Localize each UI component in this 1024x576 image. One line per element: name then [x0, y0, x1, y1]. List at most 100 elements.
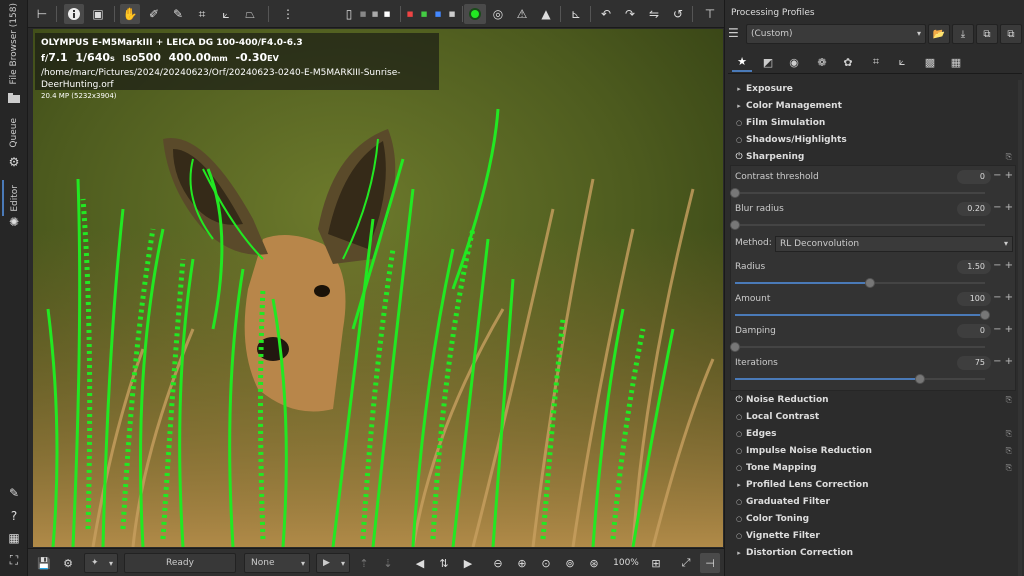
power-on-icon[interactable]: ⏻	[732, 395, 746, 405]
profile-list-icon[interactable]: ☰	[728, 26, 739, 40]
tool-color-toning[interactable]: ○ Color Toning	[728, 510, 1016, 527]
tab-queue[interactable]: Queue	[2, 114, 26, 152]
help-icon[interactable]: ?	[6, 508, 22, 524]
tool-exposure[interactable]: ▸ Exposure	[728, 80, 1016, 97]
softproof-icon[interactable]: ◎	[488, 4, 508, 24]
toggle-right-panel-icon[interactable]: ⊣	[700, 553, 720, 573]
softproof-icon[interactable]: ⇡	[354, 553, 374, 573]
prev-image-icon[interactable]: ◀	[410, 553, 430, 573]
power-icon[interactable]: ○	[732, 136, 746, 144]
param-value[interactable]: 75	[957, 356, 991, 370]
tool-graduated-filter[interactable]: ○ Graduated Filter	[728, 493, 1016, 510]
gamut-icon[interactable]: ⇣	[378, 553, 398, 573]
slider-iterations[interactable]	[735, 374, 985, 384]
copy-profile-icon[interactable]: ⧉	[976, 24, 998, 44]
power-icon[interactable]: ○	[732, 464, 746, 472]
clip-highlight-icon[interactable]: ▲	[536, 4, 556, 24]
zoom-in-icon[interactable]: ⊕	[512, 553, 532, 573]
tool-vignette-filter[interactable]: ○ Vignette Filter	[728, 527, 1016, 544]
reset-icon[interactable]: ⎘	[1006, 429, 1012, 439]
reset-icon[interactable]: ⎘	[1006, 152, 1012, 162]
favorites-tab-icon[interactable]: ★	[732, 52, 752, 72]
picker-icon[interactable]: ✎	[168, 4, 188, 24]
output-profile-select[interactable]: None ▾	[244, 553, 310, 573]
bg-black-icon[interactable]: ■	[358, 4, 368, 24]
tool-film-simulation[interactable]: ○ Film Simulation	[728, 114, 1016, 131]
tool-local-contrast[interactable]: ○ Local Contrast	[728, 408, 1016, 425]
flip-h-icon[interactable]: ⇋	[644, 4, 664, 24]
tool-panel-scrollbar[interactable]	[1018, 80, 1022, 576]
minus-plus-icon[interactable]: − +	[993, 324, 1013, 335]
param-value[interactable]: 100	[957, 292, 991, 306]
param-value[interactable]: 0	[957, 324, 991, 338]
slider-damping[interactable]	[730, 342, 985, 352]
rotate-right-icon[interactable]: ↷	[620, 4, 640, 24]
param-value[interactable]: 0.20	[957, 202, 991, 216]
save-icon[interactable]: 💾	[34, 553, 54, 573]
tab-file-browser[interactable]: File Browser (158)	[2, 3, 26, 84]
fullscreen-icon[interactable]: ⤢	[676, 553, 696, 573]
paste-profile-icon[interactable]: ⧉	[1000, 24, 1022, 44]
pin-icon[interactable]: ⊤	[700, 4, 720, 24]
tool-impulse-noise-reduction[interactable]: ○ Impulse Noise Reduction ⎘	[728, 442, 1016, 459]
luminance-icon[interactable]: ■	[446, 4, 458, 24]
power-icon[interactable]: ○	[732, 498, 746, 506]
load-profile-icon[interactable]: 📂	[928, 24, 950, 44]
red-channel-icon[interactable]: ■	[404, 4, 416, 24]
bg-gray-icon[interactable]: ■	[370, 4, 380, 24]
minus-plus-icon[interactable]: − +	[993, 260, 1013, 271]
tool-edges[interactable]: ○ Edges ⎘	[728, 425, 1016, 442]
save-profile-icon[interactable]: ⤓	[952, 24, 974, 44]
flip-v-icon[interactable]: ↺	[668, 4, 688, 24]
eyedropper-icon[interactable]: ✐	[144, 4, 164, 24]
tool-noise-reduction[interactable]: ⏻ Noise Reduction ⎘	[728, 391, 1016, 408]
minus-plus-icon[interactable]: − +	[993, 292, 1013, 303]
slider-amount[interactable]	[735, 310, 990, 320]
straighten-icon[interactable]: ⟀	[216, 4, 236, 24]
zoom-fit-icon[interactable]: ⊙	[536, 553, 556, 573]
exposure-tab-icon[interactable]: ◩	[758, 52, 778, 72]
green-channel-icon[interactable]: ■	[418, 4, 430, 24]
tool-tone-mapping[interactable]: ○ Tone Mapping ⎘	[728, 459, 1016, 476]
fullscreen-icon[interactable]: ⛶	[6, 552, 22, 568]
blue-channel-icon[interactable]: ■	[432, 4, 444, 24]
slider-blur-radius[interactable]	[730, 220, 985, 230]
intent-button[interactable]: ▶ ▾	[316, 553, 350, 573]
transform-tab-icon[interactable]: ⌗	[866, 52, 886, 72]
curve-icon[interactable]: ⊾	[566, 4, 586, 24]
grip-icon[interactable]: ⋮	[278, 4, 298, 24]
perspective-icon[interactable]: ⏢	[240, 4, 260, 24]
external-editor-button[interactable]: ✦ ▾	[84, 553, 118, 573]
info-icon[interactable]	[64, 4, 84, 24]
method-select[interactable]: RL Deconvolution ▾	[775, 236, 1013, 252]
zoom-fit-crop-icon[interactable]: ⊚	[560, 553, 580, 573]
raw-tab-icon[interactable]: ⟀	[892, 52, 912, 72]
meta-tab-icon[interactable]: ▦	[946, 52, 966, 72]
minus-plus-icon[interactable]: − +	[993, 356, 1013, 367]
bg-white-icon[interactable]: ■	[382, 4, 392, 24]
image-preview[interactable]	[33, 29, 723, 547]
slider-contrast-threshold[interactable]	[730, 188, 985, 198]
pen-icon[interactable]: ✎	[6, 485, 22, 501]
color-tab-icon[interactable]: ❁	[812, 52, 832, 72]
before-after-icon[interactable]: ▣	[88, 4, 108, 24]
power-icon[interactable]: ○	[732, 430, 746, 438]
rotate-left-icon[interactable]: ↶	[596, 4, 616, 24]
power-icon[interactable]: ○	[732, 515, 746, 523]
toggle-panel-icon[interactable]: ⊢	[32, 4, 52, 24]
reset-icon[interactable]: ⎘	[1006, 463, 1012, 473]
tool-color-management[interactable]: ▸ Color Management	[728, 97, 1016, 114]
tool-shadows-highlights[interactable]: ○ Shadows/Highlights	[728, 131, 1016, 148]
reset-icon[interactable]: ⎘	[1006, 395, 1012, 405]
minus-plus-icon[interactable]: − +	[993, 170, 1013, 181]
advanced-tab-icon[interactable]: ✿	[838, 52, 858, 72]
param-value[interactable]: 1.50	[957, 260, 991, 274]
tool-sharpening[interactable]: ⏻ Sharpening ⎘	[728, 148, 1016, 165]
profile-select[interactable]: (Custom) ▾	[746, 24, 926, 44]
new-detail-window-icon[interactable]: ⊞	[646, 553, 666, 573]
power-icon[interactable]: ○	[732, 532, 746, 540]
power-icon[interactable]: ○	[732, 413, 746, 421]
next-image-icon[interactable]: ▶	[458, 553, 478, 573]
tool-distortion-correction[interactable]: ▸ Distortion Correction	[728, 544, 1016, 561]
zoom-100-icon[interactable]: ⊛	[584, 553, 604, 573]
